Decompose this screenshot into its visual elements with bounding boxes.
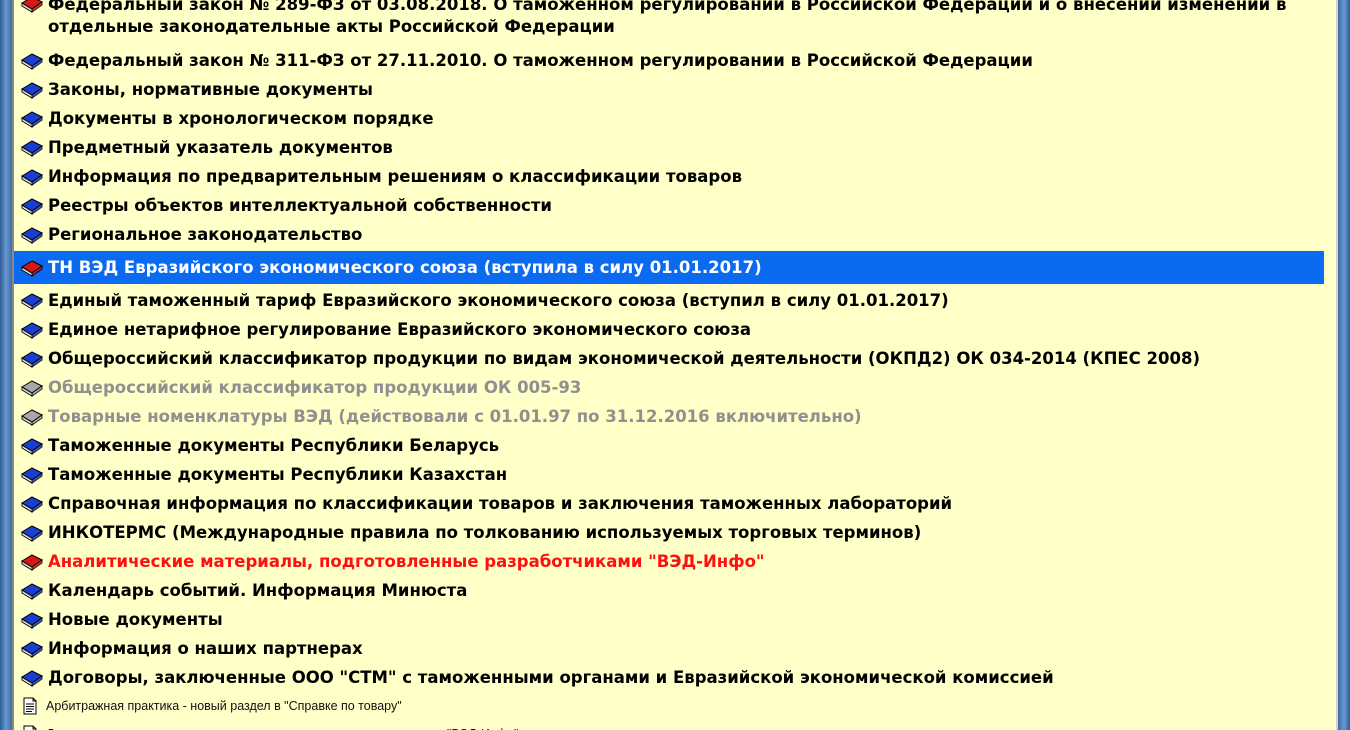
tree-item[interactable]: Справочная информация по классификации т… bbox=[14, 489, 1336, 518]
tree-item[interactable]: Федеральный закон № 289-ФЗ от 03.08.2018… bbox=[14, 0, 1336, 46]
blue-book-icon bbox=[20, 291, 44, 311]
tree-item-label: Календарь событий. Информация Минюста bbox=[48, 581, 468, 600]
blue-book-icon bbox=[20, 138, 44, 158]
tree-item-label: Договоры, заключенные ООО "СТМ" с таможе… bbox=[48, 668, 1054, 687]
blue-book-icon bbox=[20, 581, 44, 601]
blue-book-icon bbox=[20, 320, 44, 340]
tree-item-selected[interactable]: ТН ВЭД Евразийского экономического союза… bbox=[14, 251, 1324, 284]
window-frame-right bbox=[1338, 0, 1350, 730]
tree-item[interactable]: Дополнительные возможности, включенные в… bbox=[14, 720, 1336, 730]
tree-item-label: Единое нетарифное регулирование Евразийс… bbox=[48, 320, 752, 339]
tree-item-label: Федеральный закон № 289-ФЗ от 03.08.2018… bbox=[48, 0, 1287, 36]
tree-item-label: Новые документы bbox=[48, 610, 223, 629]
blue-book-icon bbox=[20, 225, 44, 245]
document-icon bbox=[20, 724, 40, 730]
tree-item[interactable]: Законы, нормативные документы bbox=[14, 75, 1336, 104]
tree-item[interactable]: Договоры, заключенные ООО "СТМ" с таможе… bbox=[14, 663, 1336, 692]
tree-item-label: Законы, нормативные документы bbox=[48, 80, 373, 99]
blue-book-icon bbox=[20, 436, 44, 456]
tree-item-label: Товарные номенклатуры ВЭД (действовали с… bbox=[48, 407, 862, 426]
red-book-icon bbox=[20, 258, 44, 278]
document-tree-panel: Федеральный закон № 289-ФЗ от 03.08.2018… bbox=[12, 0, 1338, 730]
tree-item[interactable]: Региональное законодательство bbox=[14, 220, 1336, 249]
blue-book-icon bbox=[20, 349, 44, 369]
blue-book-icon bbox=[20, 109, 44, 129]
tree-item-label: Справочная информация по классификации т… bbox=[48, 494, 953, 513]
blue-book-icon bbox=[20, 196, 44, 216]
tree-item[interactable]: Единый таможенный тариф Евразийского эко… bbox=[14, 286, 1336, 315]
blue-book-icon bbox=[20, 610, 44, 630]
tree-item[interactable]: ИНКОТЕРМС (Международные правила по толк… bbox=[14, 518, 1336, 547]
tree-item-label: Региональное законодательство bbox=[48, 225, 363, 244]
blue-book-icon bbox=[20, 51, 44, 71]
tree-item-label: Арбитражная практика - новый раздел в "С… bbox=[46, 699, 402, 713]
blue-book-icon bbox=[20, 639, 44, 659]
blue-book-icon bbox=[20, 167, 44, 187]
tree-item-label: Общероссийский классификатор продукции О… bbox=[48, 378, 582, 397]
tree-item-label: Таможенные документы Республики Беларусь bbox=[48, 436, 500, 455]
tree-item[interactable]: Календарь событий. Информация Минюста bbox=[14, 576, 1336, 605]
tree-item-label: Единый таможенный тариф Евразийского эко… bbox=[48, 291, 949, 310]
tree-item[interactable]: Таможенные документы Республики Казахста… bbox=[14, 460, 1336, 489]
tree-item[interactable]: Федеральный закон № 311-ФЗ от 27.11.2010… bbox=[14, 46, 1336, 75]
blue-book-icon bbox=[20, 465, 44, 485]
tree-item[interactable]: Аналитические материалы, подготовленные … bbox=[14, 547, 1336, 576]
tree-item-label: ТН ВЭД Евразийского экономического союза… bbox=[48, 258, 762, 277]
tree-item-label: ИНКОТЕРМС (Международные правила по толк… bbox=[48, 523, 922, 542]
gray-book-icon bbox=[20, 407, 44, 427]
document-tree-list: Федеральный закон № 289-ФЗ от 03.08.2018… bbox=[14, 0, 1336, 730]
tree-item-label: Федеральный закон № 311-ФЗ от 27.11.2010… bbox=[48, 51, 1033, 70]
tree-item-label: Общероссийский классификатор продукции п… bbox=[48, 349, 1200, 368]
tree-item-label: Реестры объектов интеллектуальной собств… bbox=[48, 196, 552, 215]
tree-item-label: Информация о наших партнерах bbox=[48, 639, 363, 658]
tree-item[interactable]: Товарные номенклатуры ВЭД (действовали с… bbox=[14, 402, 1336, 431]
tree-item-label: Аналитические материалы, подготовленные … bbox=[48, 552, 765, 571]
tree-item[interactable]: Единое нетарифное регулирование Евразийс… bbox=[14, 315, 1336, 344]
window-frame-left bbox=[0, 0, 12, 730]
red-book-icon bbox=[20, 552, 44, 572]
tree-item[interactable]: Общероссийский классификатор продукции О… bbox=[14, 373, 1336, 402]
tree-item[interactable]: Новые документы bbox=[14, 605, 1336, 634]
tree-item-label: Предметный указатель документов bbox=[48, 138, 393, 157]
tree-item[interactable]: Арбитражная практика - новый раздел в "С… bbox=[14, 692, 1336, 720]
tree-item-label: Таможенные документы Республики Казахста… bbox=[48, 465, 508, 484]
tree-item[interactable]: Общероссийский классификатор продукции п… bbox=[14, 344, 1336, 373]
tree-item[interactable]: Документы в хронологическом порядке bbox=[14, 104, 1336, 133]
tree-item[interactable]: Реестры объектов интеллектуальной собств… bbox=[14, 191, 1336, 220]
gray-book-icon bbox=[20, 378, 44, 398]
blue-book-icon bbox=[20, 494, 44, 514]
blue-book-icon bbox=[20, 80, 44, 100]
document-icon bbox=[20, 696, 40, 716]
red-book-icon bbox=[20, 0, 44, 14]
blue-book-icon bbox=[20, 668, 44, 688]
blue-book-icon bbox=[20, 523, 44, 543]
tree-item-label: Документы в хронологическом порядке bbox=[48, 109, 434, 128]
tree-item[interactable]: Информация по предварительным решениям о… bbox=[14, 162, 1336, 191]
tree-item[interactable]: Таможенные документы Республики Беларусь bbox=[14, 431, 1336, 460]
tree-item[interactable]: Информация о наших партнерах bbox=[14, 634, 1336, 663]
tree-item-label: Информация по предварительным решениям о… bbox=[48, 167, 743, 186]
tree-item[interactable]: Предметный указатель документов bbox=[14, 133, 1336, 162]
